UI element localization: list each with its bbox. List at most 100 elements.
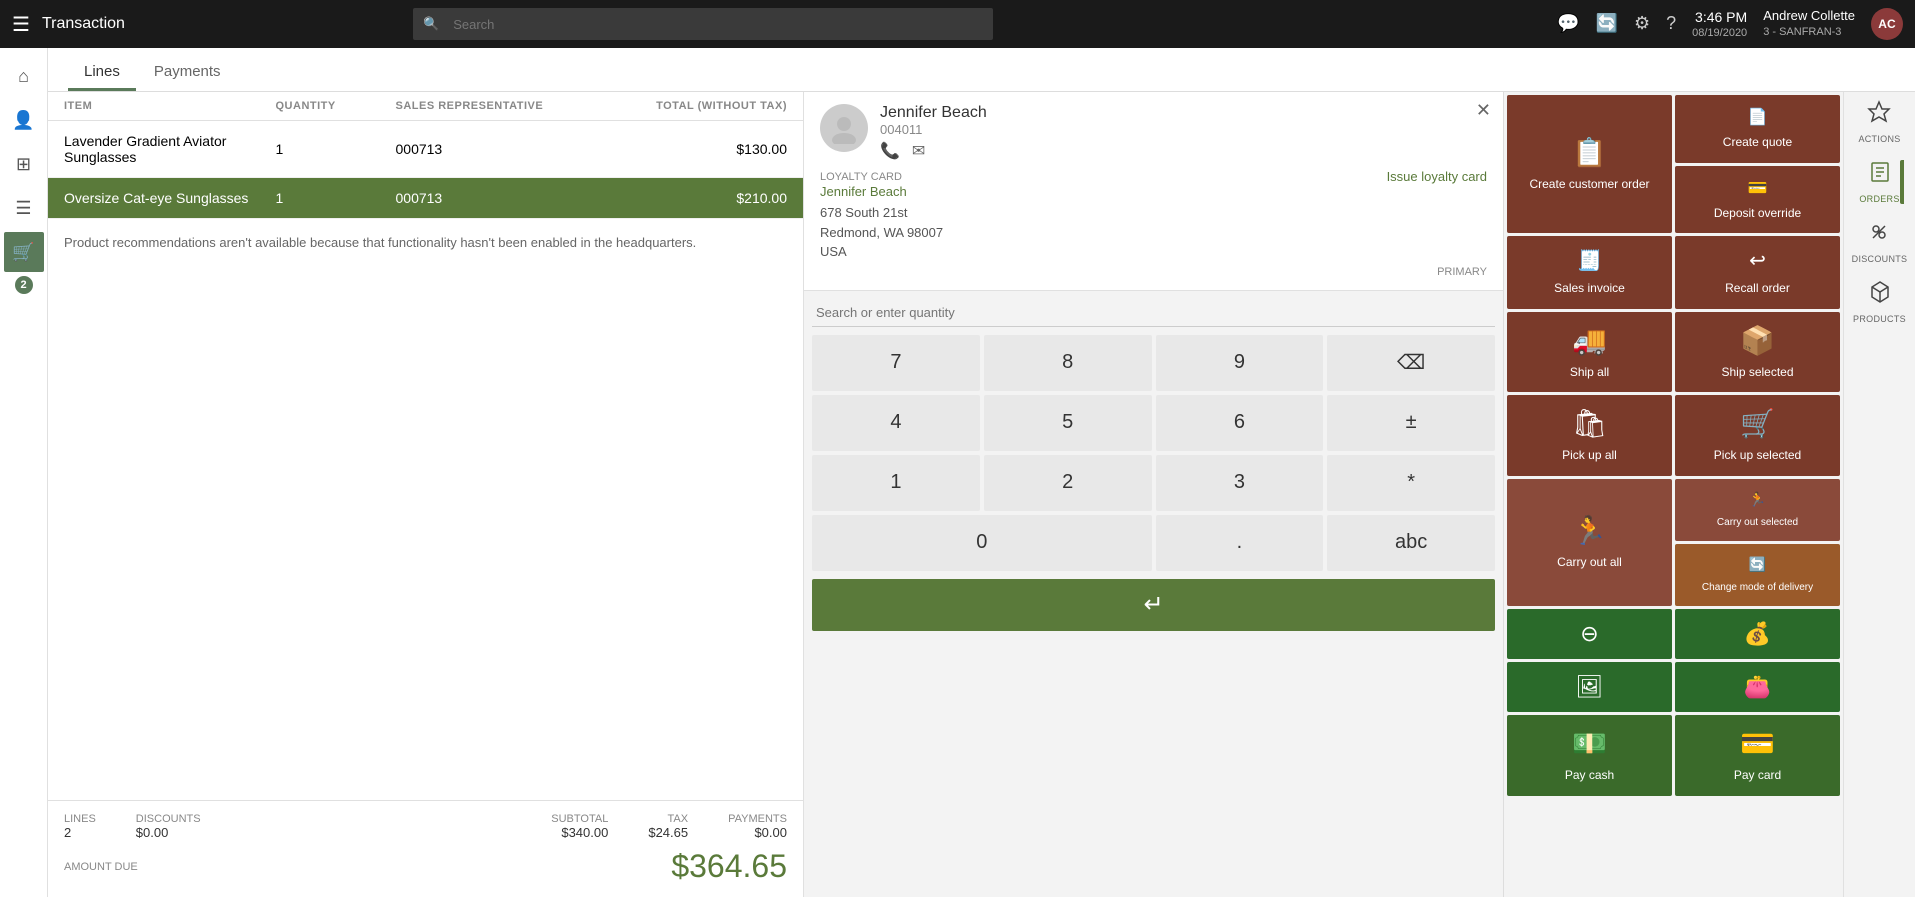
col-item: ITEM (64, 100, 276, 112)
pay-cash-tile[interactable]: 💵 Pay cash (1507, 715, 1672, 796)
numpad-9[interactable]: 9 (1156, 335, 1324, 391)
search-input[interactable] (453, 17, 983, 32)
sidebar-badge: 2 (15, 276, 33, 294)
amount-due-row: AMOUNT DUE $364.65 (64, 848, 787, 885)
pay-card-tile[interactable]: 💳 Pay card (1675, 715, 1840, 796)
numpad-asterisk[interactable]: * (1327, 455, 1495, 511)
ship-selected-label: Ship selected (1721, 365, 1793, 381)
numpad-abc[interactable]: abc (1327, 515, 1495, 571)
tab-payments[interactable]: Payments (138, 55, 237, 91)
change-mode-delivery-tile[interactable]: 🔄 Change mode of delivery (1675, 544, 1840, 606)
settings-icon[interactable]: ⚙ (1634, 13, 1650, 34)
create-customer-order-tile[interactable]: 📋 Create customer order (1507, 95, 1672, 233)
right-panel: ✕ Jennifer Beach 004011 📞 (803, 92, 1503, 897)
customer-loyalty-name: Jennifer Beach (820, 184, 1487, 199)
refresh-icon[interactable]: 🔄 (1596, 13, 1618, 34)
numpad-backspace[interactable]: ⌫ (1327, 335, 1495, 391)
create-customer-order-label: Create customer order (1529, 177, 1649, 193)
col-rep: SALES REPRESENTATIVE (396, 100, 576, 112)
sidebar-home[interactable]: ⌂ (4, 56, 44, 96)
app-title: Transaction (42, 15, 125, 33)
carry-out-all-tile[interactable]: 🏃 Carry out all (1507, 479, 1672, 606)
amount-due-label: AMOUNT DUE (64, 861, 138, 873)
sidebar-cart[interactable]: 🛒 (4, 232, 44, 272)
change-mode-delivery-icon: 🔄 (1749, 556, 1766, 573)
pick-up-all-tile[interactable]: 🛍 Pick up all (1507, 395, 1672, 476)
numpad-search-input[interactable] (812, 299, 1495, 327)
order-table: ITEM QUANTITY SALES REPRESENTATIVE TOTAL… (48, 92, 803, 800)
wallet-tile[interactable]: 👛 (1675, 662, 1840, 712)
table-row[interactable]: Lavender Gradient Aviator Sunglasses 1 0… (48, 121, 803, 178)
chat-icon[interactable]: 💬 (1557, 13, 1579, 34)
numpad-4[interactable]: 4 (812, 395, 980, 451)
action-item-actions[interactable]: ACTIONS (1858, 100, 1900, 144)
sidebar-menu[interactable]: ☰ (4, 188, 44, 228)
change-mode-delivery-label: Change mode of delivery (1702, 581, 1813, 594)
sidebar-apps[interactable]: ⊞ (4, 144, 44, 184)
table-section: ITEM QUANTITY SALES REPRESENTATIVE TOTAL… (48, 92, 803, 897)
loyalty-label: LOYALTY CARD (820, 171, 902, 183)
numpad-3[interactable]: 3 (1156, 455, 1324, 511)
ship-selected-tile[interactable]: 📦 Ship selected (1675, 312, 1840, 393)
col-qty: QUANTITY (276, 100, 396, 112)
item-qty: 1 (276, 141, 396, 157)
item-total: $130.00 (576, 141, 788, 157)
numpad-6[interactable]: 6 (1156, 395, 1324, 451)
pick-up-selected-tile[interactable]: 🛒 Pick up selected (1675, 395, 1840, 476)
sales-invoice-tile[interactable]: 🧾 Sales invoice (1507, 236, 1672, 309)
create-quote-icon: 📄 (1748, 107, 1768, 127)
numpad-1[interactable]: 1 (812, 455, 980, 511)
pick-up-selected-icon: 🛒 (1740, 407, 1775, 440)
numpad-decimal[interactable]: . (1156, 515, 1324, 571)
amount-due-value: $364.65 (671, 848, 787, 885)
pay-card-label: Pay card (1734, 768, 1781, 784)
equal-tile[interactable]: ⊖ (1507, 609, 1672, 659)
help-icon[interactable]: ? (1666, 13, 1676, 34)
ship-all-tile[interactable]: 🚚 Ship all (1507, 312, 1672, 393)
numpad-plusminus[interactable]: ± (1327, 395, 1495, 451)
tab-lines[interactable]: Lines (68, 55, 136, 91)
close-customer-button[interactable]: ✕ (1476, 100, 1491, 121)
pay-cash-label: Pay cash (1565, 768, 1614, 784)
numpad-0[interactable]: 0 (812, 515, 1152, 571)
search-bar[interactable]: 🔍 (413, 8, 993, 40)
customer-contact: 📞 ✉ (880, 141, 1487, 161)
phone-icon[interactable]: 📞 (880, 141, 900, 161)
item-rep: 000713 (396, 190, 576, 206)
numpad-5[interactable]: 5 (984, 395, 1152, 451)
lines-content: ITEM QUANTITY SALES REPRESENTATIVE TOTAL… (48, 92, 1915, 897)
action-item-orders[interactable]: ORDERS (1859, 160, 1899, 204)
sales-invoice-label: Sales invoice (1554, 281, 1625, 297)
recall-order-tile[interactable]: ↩ Recall order (1675, 236, 1840, 309)
table-row[interactable]: Oversize Cat-eye Sunglasses 1 000713 $21… (48, 178, 803, 219)
payments-label: PAYMENTS (728, 813, 787, 825)
discounts-value: $0.00 (136, 825, 201, 840)
item-name: Lavender Gradient Aviator Sunglasses (64, 133, 276, 165)
left-sidebar: ⌂ 👤 ⊞ ☰ 🛒 2 (0, 48, 48, 897)
user-store: 3 - SANFRAN-3 (1763, 25, 1855, 39)
topbar: ☰ Transaction 🔍 💬 🔄 ⚙ ? 3:46 PM 08/19/20… (0, 0, 1915, 48)
pay-cash-icon: 💵 (1572, 727, 1607, 760)
carry-out-selected-tile[interactable]: 🏃 Carry out selected (1675, 479, 1840, 541)
create-quote-label: Create quote (1723, 135, 1792, 151)
email-icon[interactable]: ✉ (912, 141, 925, 161)
dollar-tile[interactable]: 💰 (1675, 609, 1840, 659)
content-area: Lines Payments ITEM QUANTITY SALES REPRE… (48, 48, 1915, 897)
numpad-2[interactable]: 2 (984, 455, 1152, 511)
numpad-8[interactable]: 8 (984, 335, 1152, 391)
issue-loyalty-card-link[interactable]: Issue loyalty card (1387, 169, 1487, 184)
sidebar-people[interactable]: 👤 (4, 100, 44, 140)
card2-tile[interactable]: 🖼 (1507, 662, 1672, 712)
create-customer-order-icon: 📋 (1572, 136, 1607, 169)
action-item-products[interactable]: PRODUCTS (1853, 280, 1906, 324)
main-layout: ⌂ 👤 ⊞ ☰ 🛒 2 Lines Payments ITEM QUANTITY… (0, 48, 1915, 897)
numpad-7[interactable]: 7 (812, 335, 980, 391)
action-item-discounts[interactable]: DISCOUNTS (1852, 220, 1908, 264)
numpad-enter[interactable]: ↵ (812, 579, 1495, 631)
current-date: 08/19/2020 (1692, 26, 1747, 40)
create-quote-tile[interactable]: 📄 Create quote (1675, 95, 1840, 163)
deposit-override-tile[interactable]: 💳 Deposit override (1675, 166, 1840, 234)
hamburger-menu-icon[interactable]: ☰ (12, 12, 30, 37)
pick-up-selected-label: Pick up selected (1714, 448, 1801, 464)
deposit-override-icon: 💳 (1748, 178, 1768, 198)
